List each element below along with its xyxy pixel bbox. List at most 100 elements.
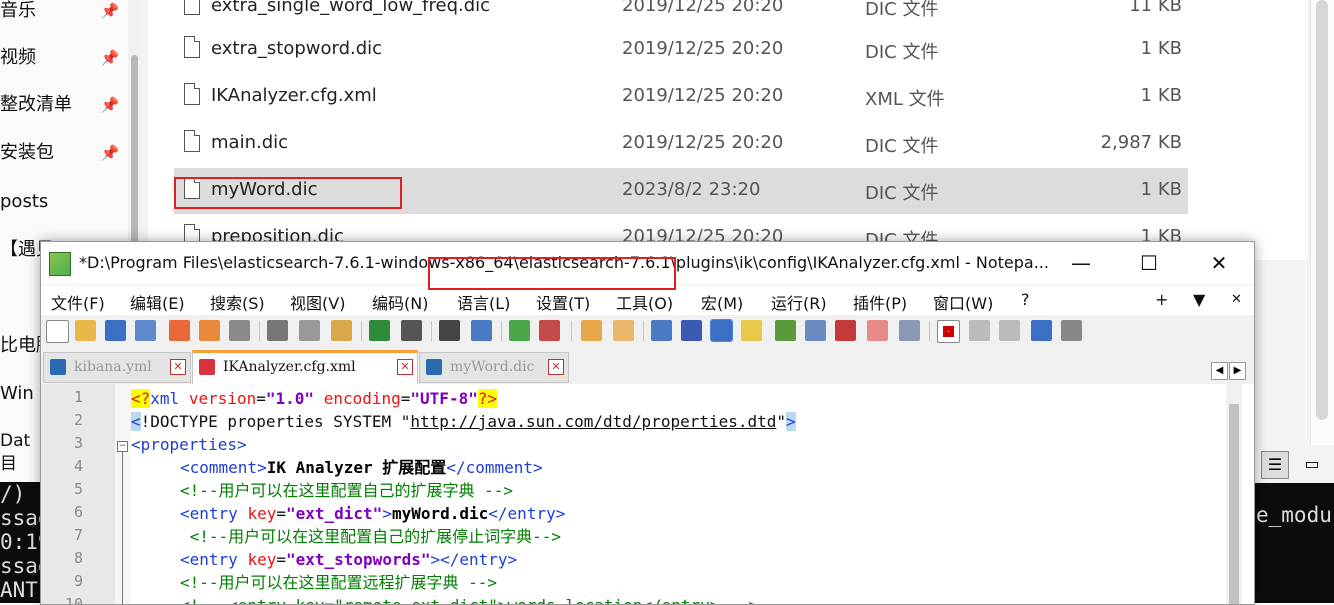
tab-scroll-left-icon[interactable]: ◀	[1211, 362, 1228, 380]
annotation-highlight-file	[174, 177, 402, 209]
find-icon[interactable]	[439, 320, 460, 341]
file-unsaved-icon	[199, 359, 215, 375]
code-line-4: <comment>IK Analyzer 扩展配置</comment>	[180, 458, 543, 477]
pin-icon: 📌	[100, 96, 120, 114]
menu-view[interactable]: 视图(V)	[290, 290, 345, 314]
save-macro-icon[interactable]	[1061, 320, 1082, 341]
sync-vertical-icon[interactable]	[581, 320, 602, 341]
file-icon	[184, 0, 200, 15]
tab-ikanalyzer-cfg-xml[interactable]: IKAnalyzer.cfg.xml ✕	[192, 350, 418, 385]
word-wrap-icon[interactable]	[651, 320, 672, 341]
details-view-icon[interactable]: ☰	[1261, 451, 1289, 479]
tiles-view-icon[interactable]: ▭	[1299, 451, 1325, 477]
new-tab-button[interactable]: +	[1155, 290, 1168, 309]
nav-item-video[interactable]: 视频 📌	[0, 38, 130, 78]
file-icon	[184, 83, 200, 105]
file-row[interactable]: IKAnalyzer.cfg.xml 2019/12/25 20:20 XML …	[174, 74, 1188, 120]
file-row[interactable]: extra_single_word_low_freq.dic 2019/12/2…	[174, 0, 1188, 30]
close-document-button[interactable]: ✕	[1231, 292, 1242, 307]
code-line-9: <!--用户可以在这里配置远程扩展字典 -->	[180, 573, 498, 592]
close-icon[interactable]: ✕	[170, 359, 186, 375]
new-file-icon[interactable]	[46, 320, 69, 343]
terminal-window-right: e_modu	[1252, 483, 1334, 603]
notepad-app-icon	[49, 252, 71, 276]
notepad-plus-plus-window: *D:\Program Files\elasticsearch-7.6.1-wi…	[40, 241, 1255, 605]
tab-list-dropdown[interactable]: ▼	[1193, 290, 1205, 309]
copy-icon[interactable]	[299, 320, 320, 341]
menu-run[interactable]: 运行(R)	[771, 290, 827, 314]
code-line-8: <entry key="ext_stopwords"></entry>	[180, 550, 518, 569]
indent-guide-icon[interactable]	[710, 319, 733, 342]
pin-icon: 📌	[100, 49, 120, 67]
stop-macro-icon[interactable]	[969, 320, 990, 341]
show-all-characters-icon[interactable]	[681, 320, 702, 341]
file-saved-icon	[50, 359, 66, 375]
menu-plugins[interactable]: 插件(P)	[853, 290, 907, 314]
nav-item-music[interactable]: 音乐 📌	[0, 0, 130, 31]
close-icon[interactable]: ✕	[397, 359, 413, 375]
line-number-gutter: 1 2 3 4 5 6 7 8 9 10	[41, 384, 116, 604]
zoom-in-icon[interactable]	[509, 320, 530, 341]
menu-edit[interactable]: 编辑(E)	[130, 290, 185, 314]
nav-item-installers[interactable]: 安装包 📌	[0, 133, 130, 173]
code-line-5: <!--用户可以在这里配置自己的扩展字典 -->	[180, 481, 514, 500]
tab-bar: kibana.yml ✕ IKAnalyzer.cfg.xml ✕ myWord…	[41, 350, 1254, 385]
menu-tools[interactable]: 工具(O)	[616, 290, 673, 314]
function-list-icon[interactable]	[805, 320, 826, 341]
replace-icon[interactable]	[471, 320, 492, 341]
play-macro-icon[interactable]	[999, 320, 1020, 341]
fold-toggle-icon[interactable]: −	[117, 441, 128, 452]
editor-scrollbar-thumb[interactable]	[1229, 404, 1239, 604]
save-icon[interactable]	[105, 320, 126, 341]
record-macro-icon[interactable]	[937, 320, 960, 343]
file-icon	[184, 36, 200, 58]
minimize-button[interactable]: —	[1046, 242, 1116, 284]
close-icon[interactable]	[169, 320, 190, 341]
file-list-scrollbar-thumb[interactable]	[1316, 0, 1328, 420]
code-line-3: <properties>	[131, 435, 247, 454]
menu-language[interactable]: 语言(L)	[457, 290, 510, 314]
monitoring-icon[interactable]	[899, 320, 920, 341]
toolbar	[41, 315, 1254, 348]
menu-window[interactable]: 窗口(W)	[933, 290, 993, 314]
file-row[interactable]: main.dic 2019/12/25 20:20 DIC 文件 2,987 K…	[174, 121, 1188, 167]
paste-icon[interactable]	[331, 320, 352, 341]
redo-icon[interactable]	[401, 320, 422, 341]
nav-item-rectify-list[interactable]: 整改清单 📌	[0, 85, 130, 125]
code-editor[interactable]: 1 2 3 4 5 6 7 8 9 10 − <?xml version="1.…	[41, 384, 1254, 604]
folder-as-workspace-icon[interactable]	[835, 320, 856, 341]
open-file-icon[interactable]	[75, 320, 96, 341]
tab-scroll-right-icon[interactable]: ▶	[1229, 362, 1246, 380]
code-line-2: <!DOCTYPE properties SYSTEM "http://java…	[131, 412, 796, 431]
close-icon[interactable]: ✕	[548, 359, 564, 375]
file-icon	[184, 130, 200, 152]
maximize-button[interactable]: ☐	[1114, 242, 1184, 284]
menu-encoding[interactable]: 编码(N)	[372, 290, 428, 314]
document-map-icon[interactable]	[775, 320, 796, 341]
sync-horizontal-icon[interactable]	[613, 320, 634, 341]
run-macro-multiple-icon[interactable]	[1031, 320, 1052, 341]
project-panel-icon[interactable]	[867, 320, 888, 341]
close-button[interactable]: ✕	[1184, 242, 1254, 284]
tab-myword-dic[interactable]: myWord.dic ✕	[419, 352, 569, 383]
zoom-out-icon[interactable]	[539, 320, 560, 341]
menu-search[interactable]: 搜索(S)	[210, 290, 265, 314]
file-saved-icon	[426, 359, 442, 375]
fold-margin: −	[115, 384, 131, 604]
menu-file[interactable]: 文件(F)	[51, 290, 105, 314]
menu-macro[interactable]: 宏(M)	[701, 290, 743, 314]
language-define-icon[interactable]	[741, 320, 762, 341]
print-icon[interactable]	[229, 320, 250, 341]
close-all-icon[interactable]	[199, 320, 220, 341]
tab-kibana-yml[interactable]: kibana.yml ✕	[43, 352, 191, 383]
cut-icon[interactable]	[267, 320, 288, 341]
undo-icon[interactable]	[369, 320, 390, 341]
menu-settings[interactable]: 设置(T)	[536, 290, 590, 314]
save-all-icon[interactable]	[135, 320, 156, 341]
nav-item-posts[interactable]: posts	[0, 182, 130, 222]
code-line-7: <!--用户可以在这里配置自己的扩展停止词字典-->	[180, 527, 562, 546]
terminal-window: /) ssag 0:19 ssag ANT	[0, 482, 40, 603]
menu-help[interactable]: ?	[1021, 290, 1030, 309]
annotation-highlight-code	[428, 257, 676, 290]
file-row[interactable]: extra_stopword.dic 2019/12/25 20:20 DIC …	[174, 27, 1188, 73]
